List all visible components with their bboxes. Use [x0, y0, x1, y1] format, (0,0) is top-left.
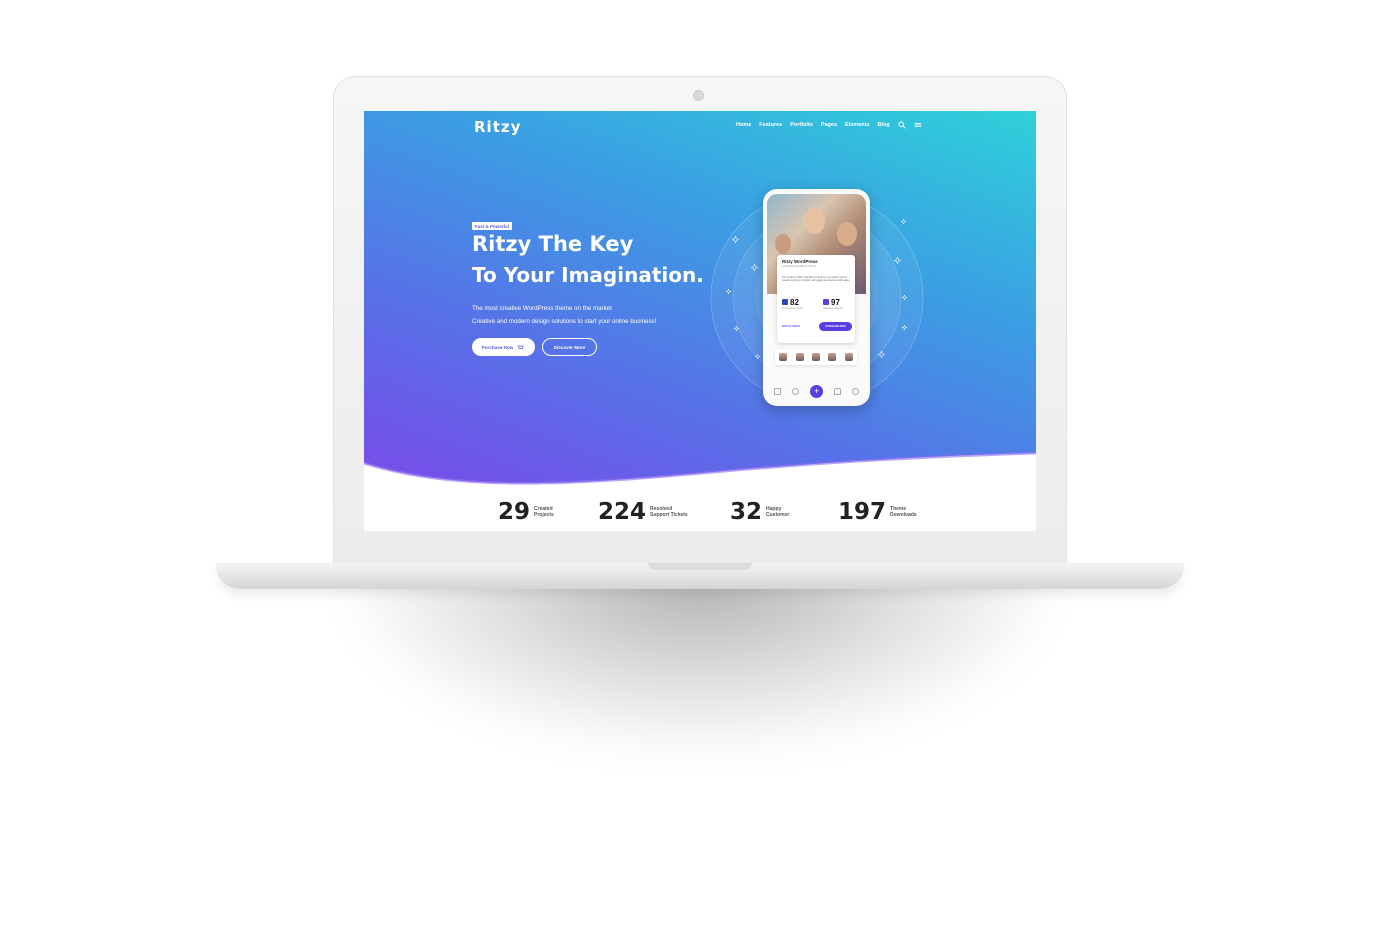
card-stat-1-label: Professional Layouts [782, 308, 804, 310]
phone-mockup: Ritzy WordPress ● Creative WordPress The… [763, 189, 870, 406]
hero-subtitle-line2: Creative and modern design solutions to … [472, 318, 657, 325]
hero-subtitle-line1: The most creative WordPress theme on the… [472, 305, 612, 312]
stat-label: Created Projects [534, 506, 554, 518]
stat-support-tickets: 224 Resolved Support Tickets [598, 499, 688, 525]
nav-item-portfolio[interactable]: Portfolio [790, 122, 813, 128]
card-purchase-button[interactable]: PURCHASE NOW [819, 322, 852, 331]
cart-icon [518, 345, 524, 349]
card-stat-2-value: 97 [831, 298, 840, 307]
nav-item-elements[interactable]: Elements [845, 122, 869, 128]
nav-item-pages[interactable]: Pages [821, 122, 837, 128]
search-icon[interactable] [898, 121, 906, 129]
hero-badge: Fast & Powerful [472, 222, 513, 230]
phone-info-card: Ritzy WordPress ● Creative WordPress The… [777, 255, 855, 343]
stats-row: 29 Created Projects 224 Resolved Support T… [364, 499, 1036, 531]
hero-title-line1: Ritzy The Key [472, 232, 634, 256]
card-stat-1-value: 82 [790, 298, 799, 307]
sparkle-icon [755, 354, 760, 359]
sparkle-icon [878, 351, 885, 358]
card-stat-2-label: Satisfied Customers [823, 308, 844, 310]
avatar[interactable] [828, 353, 837, 361]
sparkle-icon [901, 219, 906, 224]
avatar[interactable] [811, 353, 820, 361]
card-description: The smart ex Ritzy WordPress theme is a … [782, 276, 850, 283]
bell-icon[interactable] [833, 387, 841, 395]
sparkle-icon [732, 236, 739, 243]
laptop-notch [648, 563, 752, 570]
sparkle-icon [734, 326, 739, 331]
sparkle-icon [902, 325, 907, 330]
stat-number: 29 [498, 499, 531, 525]
stat-number: 32 [730, 499, 763, 525]
camera-icon [693, 90, 704, 101]
user-icon[interactable] [792, 387, 800, 395]
customers-icon [823, 299, 829, 305]
layout-icon [782, 299, 788, 305]
avatar[interactable] [795, 353, 804, 361]
nav-item-home[interactable]: Home [736, 122, 751, 128]
laptop-screen: Ritzy Home Features Portfolio Pages Elem… [364, 111, 1036, 531]
stat-happy-customer: 32 Happy Customer [730, 499, 789, 525]
sparkle-icon [894, 257, 901, 264]
card-meta: ● Creative WordPress Theme [782, 265, 817, 268]
purchase-now-button[interactable]: Purchase Now [472, 338, 535, 356]
hero-section: Ritzy Home Features Portfolio Pages Elem… [364, 111, 1036, 501]
add-icon[interactable]: + [809, 384, 823, 398]
stat-label: Theme Downloads [890, 506, 917, 518]
stat-projects: 29 Created Projects [498, 499, 554, 525]
stat-number: 224 [598, 499, 647, 525]
sparkle-icon [726, 289, 731, 294]
discover-more-button[interactable]: Discover More [542, 338, 597, 356]
purchase-now-label: Purchase Now [481, 344, 514, 350]
search-icon[interactable] [851, 387, 859, 395]
avatar[interactable] [844, 353, 853, 361]
main-nav: Home Features Portfolio Pages Elements B… [736, 121, 922, 129]
sparkle-icon [751, 264, 758, 271]
phone-bottom-nav: + [769, 384, 864, 398]
hero-wave [364, 451, 1036, 501]
avatar-strip [775, 349, 857, 365]
nav-item-blog[interactable]: Blog [878, 122, 890, 128]
stat-label: Happy Customer [766, 506, 790, 518]
nav-item-features[interactable]: Features [759, 122, 782, 128]
card-title: Ritzy WordPress [782, 259, 818, 264]
brand-logo[interactable]: Ritzy [474, 118, 521, 136]
laptop-shadow [330, 560, 1070, 760]
mail-icon[interactable] [774, 387, 782, 395]
watch-video-link[interactable]: WATCH VIDEO [782, 325, 800, 328]
stat-number: 197 [838, 499, 887, 525]
hero-title-line2: To Your Imagination. [472, 263, 704, 287]
stat-theme-downloads: 197 Theme Downloads [838, 499, 917, 525]
avatar[interactable] [779, 353, 788, 361]
hamburger-menu-icon[interactable] [914, 121, 922, 129]
sparkle-icon [902, 295, 907, 300]
stat-label: Resolved Support Tickets [650, 506, 688, 518]
